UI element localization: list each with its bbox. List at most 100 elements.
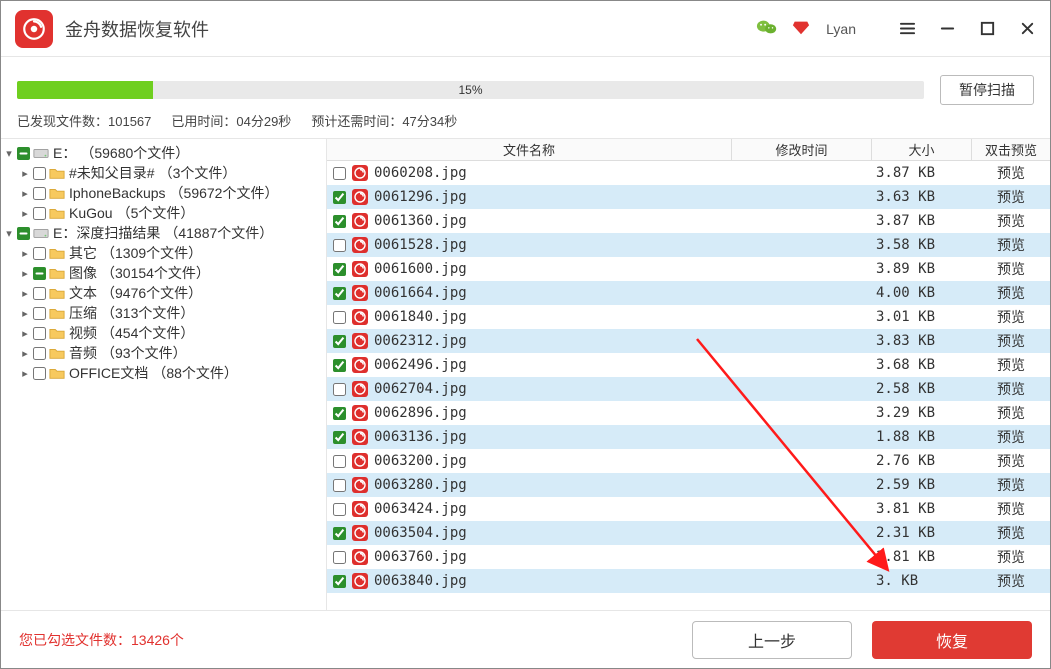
tree-checkbox[interactable] [17,147,30,160]
preview-link[interactable]: 预览 [972,163,1050,183]
username-label[interactable]: Lyan [826,21,856,37]
table-row[interactable]: 0062704.jpg2.58 KB预览 [327,377,1050,401]
prev-step-button[interactable]: 上一步 [692,621,852,659]
preview-link[interactable]: 预览 [972,283,1050,303]
recover-button[interactable]: 恢复 [872,621,1032,659]
table-row[interactable]: 0061296.jpg3.63 KB预览 [327,185,1050,209]
file-checkbox[interactable] [333,455,346,468]
preview-link[interactable]: 预览 [972,355,1050,375]
close-button[interactable] [1014,16,1040,42]
file-checkbox[interactable] [333,191,346,204]
file-checkbox[interactable] [333,575,346,588]
file-checkbox[interactable] [333,431,346,444]
preview-link[interactable]: 预览 [972,427,1050,447]
minimize-button[interactable] [934,16,960,42]
tree-node[interactable]: ▸OFFICE文档（88个文件） [3,363,324,383]
file-checkbox[interactable] [333,167,346,180]
preview-link[interactable]: 预览 [972,499,1050,519]
file-checkbox[interactable] [333,215,346,228]
tree-checkbox[interactable] [33,247,46,260]
file-checkbox[interactable] [333,239,346,252]
column-header-name[interactable]: 文件名称 [327,139,732,160]
tree-checkbox[interactable] [17,227,30,240]
table-row[interactable]: 0063424.jpg3.81 KB预览 [327,497,1050,521]
menu-button[interactable] [894,16,920,42]
file-checkbox[interactable] [333,359,346,372]
file-checkbox[interactable] [333,287,346,300]
expand-icon[interactable]: ▸ [19,287,31,300]
preview-link[interactable]: 预览 [972,187,1050,207]
preview-link[interactable]: 预览 [972,331,1050,351]
tree-checkbox[interactable] [33,367,46,380]
tree-checkbox[interactable] [33,307,46,320]
file-checkbox[interactable] [333,263,346,276]
expand-icon[interactable]: ▸ [19,347,31,360]
preview-link[interactable]: 预览 [972,571,1050,591]
table-row[interactable]: 0063280.jpg2.59 KB预览 [327,473,1050,497]
preview-link[interactable]: 预览 [972,523,1050,543]
wechat-icon[interactable] [756,17,778,40]
table-row[interactable]: 0063760.jpg3.81 KB预览 [327,545,1050,569]
file-checkbox[interactable] [333,527,346,540]
table-row[interactable]: 0061664.jpg4.00 KB预览 [327,281,1050,305]
file-checkbox[interactable] [333,311,346,324]
preview-link[interactable]: 预览 [972,403,1050,423]
tree-node[interactable]: ▸音频（93个文件） [3,343,324,363]
table-row[interactable]: 0061840.jpg3.01 KB预览 [327,305,1050,329]
file-table-body[interactable]: 0060208.jpg3.87 KB预览0061296.jpg3.63 KB预览… [327,161,1050,610]
file-checkbox[interactable] [333,383,346,396]
tree-node[interactable]: ▸KuGou（5个文件） [3,203,324,223]
preview-link[interactable]: 预览 [972,379,1050,399]
tree-checkbox[interactable] [33,167,46,180]
table-row[interactable]: 0060208.jpg3.87 KB预览 [327,161,1050,185]
tree-node[interactable]: ▸#未知父目录#（3个文件） [3,163,324,183]
collapse-icon[interactable]: ▾ [3,227,15,240]
expand-icon[interactable]: ▸ [19,167,31,180]
tree-node[interactable]: ▸视频（454个文件） [3,323,324,343]
vip-diamond-icon[interactable] [792,18,810,39]
tree-node[interactable]: ▸IphoneBackups（59672个文件） [3,183,324,203]
tree-checkbox[interactable] [33,207,46,220]
table-row[interactable]: 0062312.jpg3.83 KB预览 [327,329,1050,353]
preview-link[interactable]: 预览 [972,211,1050,231]
column-header-size[interactable]: 大小 [872,139,972,160]
file-checkbox[interactable] [333,407,346,420]
expand-icon[interactable]: ▸ [19,207,31,220]
table-row[interactable]: 0061360.jpg3.87 KB预览 [327,209,1050,233]
pause-scan-button[interactable]: 暂停扫描 [940,75,1034,105]
tree-checkbox[interactable] [33,187,46,200]
column-header-time[interactable]: 修改时间 [732,139,872,160]
file-checkbox[interactable] [333,503,346,516]
expand-icon[interactable]: ▸ [19,267,31,280]
tree-checkbox[interactable] [33,347,46,360]
tree-node[interactable]: ▸压缩（313个文件） [3,303,324,323]
tree-node[interactable]: ▸图像（30154个文件） [3,263,324,283]
preview-link[interactable]: 预览 [972,259,1050,279]
tree-node[interactable]: ▸其它（1309个文件） [3,243,324,263]
table-row[interactable]: 0061600.jpg3.89 KB预览 [327,257,1050,281]
expand-icon[interactable]: ▸ [19,327,31,340]
expand-icon[interactable]: ▸ [19,307,31,320]
table-row[interactable]: 0063136.jpg1.88 KB预览 [327,425,1050,449]
table-row[interactable]: 0061528.jpg3.58 KB预览 [327,233,1050,257]
maximize-button[interactable] [974,16,1000,42]
expand-icon[interactable]: ▸ [19,367,31,380]
file-checkbox[interactable] [333,335,346,348]
table-row[interactable]: 0063840.jpg3. KB预览 [327,569,1050,593]
preview-link[interactable]: 预览 [972,451,1050,471]
folder-tree-pane[interactable]: ▾E：（59680个文件）▸#未知父目录#（3个文件）▸IphoneBackup… [1,139,327,610]
file-checkbox[interactable] [333,551,346,564]
tree-node[interactable]: ▾E：（59680个文件） [3,143,324,163]
table-row[interactable]: 0063200.jpg2.76 KB预览 [327,449,1050,473]
table-row[interactable]: 0062896.jpg3.29 KB预览 [327,401,1050,425]
column-header-preview[interactable]: 双击预览 [972,139,1050,160]
file-checkbox[interactable] [333,479,346,492]
preview-link[interactable]: 预览 [972,235,1050,255]
tree-node[interactable]: ▾E：深度扫描结果（41887个文件） [3,223,324,243]
table-row[interactable]: 0062496.jpg3.68 KB预览 [327,353,1050,377]
tree-checkbox[interactable] [33,327,46,340]
table-row[interactable]: 0063504.jpg2.31 KB预览 [327,521,1050,545]
preview-link[interactable]: 预览 [972,475,1050,495]
tree-checkbox[interactable] [33,287,46,300]
tree-checkbox[interactable] [33,267,46,280]
